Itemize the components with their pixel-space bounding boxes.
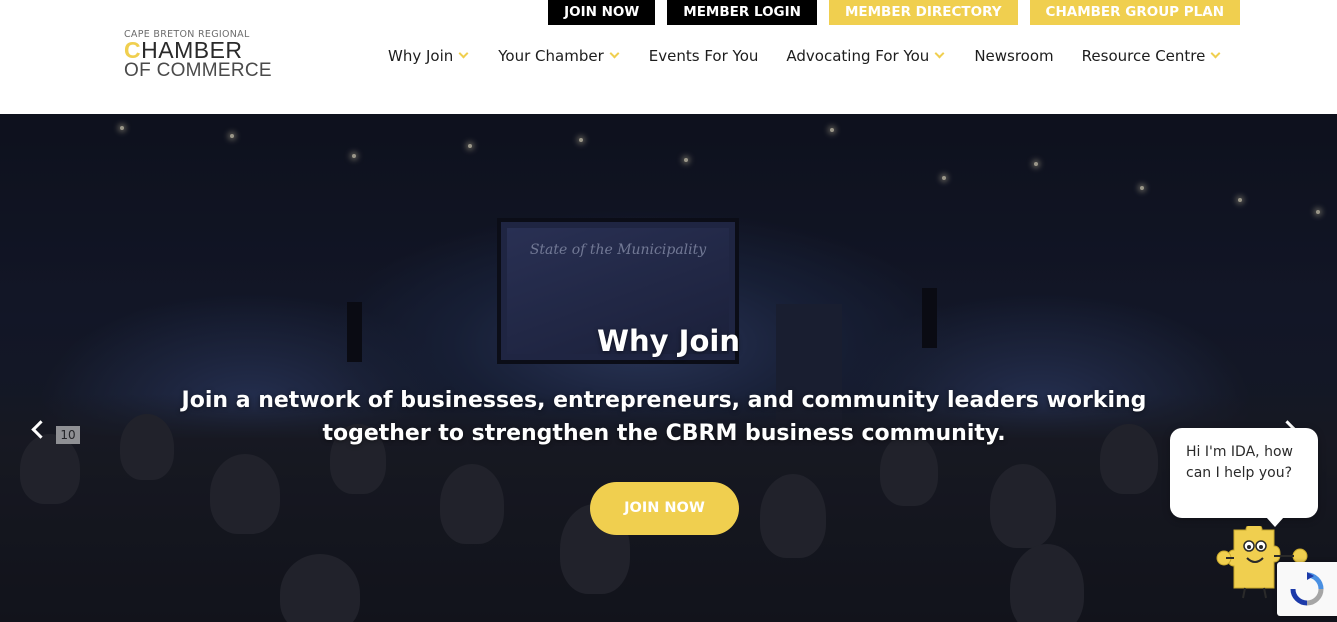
nav-events-for-you[interactable]: Events For You [649,47,759,65]
chamber-logo[interactable]: CAPE BRETON REGIONAL CHAMBER OF COMMERCE [124,30,274,84]
logo-c-mark: C [124,37,142,63]
nav-label: Newsroom [974,47,1054,65]
hero-subtitle: Join a network of businesses, entreprene… [181,388,1147,446]
join-now-top-button[interactable]: JOIN NOW [548,0,656,25]
utility-bar: JOIN NOW MEMBER LOGIN MEMBER DIRECTORY C… [548,0,1240,25]
logo-line-3: OF COMMERCE [124,60,272,81]
nav-newsroom[interactable]: Newsroom [974,47,1053,65]
member-directory-button[interactable]: MEMBER DIRECTORY [828,0,1018,25]
nav-resource-centre[interactable]: Resource Centre [1081,47,1221,65]
recaptcha-badge[interactable] [1277,562,1337,616]
hero-slider: State of the Municipality 10 Why Join Jo… [0,114,1337,622]
main-nav: Why Join Your Chamber Events For You Adv… [388,44,1221,68]
logo-line-2-text: HAMBER [141,37,243,63]
logo-line-2: CHAMBER [124,37,274,63]
nav-your-chamber[interactable]: Your Chamber [498,47,620,65]
nav-advocating-for-you[interactable]: Advocating For You [786,47,945,65]
nav-label: Why Join [388,47,454,65]
chat-greeting-text: Hi I'm IDA, how can I help you? [1186,444,1293,481]
nav-label: Advocating For You [786,47,930,65]
nav-why-join[interactable]: Why Join [388,47,469,65]
hero-dark-overlay [0,114,1337,622]
hero-title: Why Join [597,324,740,358]
chat-greeting-bubble[interactable]: Hi I'm IDA, how can I help you? [1170,428,1318,527]
chevron-down-icon [609,48,620,59]
member-login-button[interactable]: MEMBER LOGIN [667,0,817,25]
chevron-down-icon [458,48,469,59]
chamber-group-plan-button[interactable]: CHAMBER GROUP PLAN [1029,0,1240,25]
site-header: JOIN NOW MEMBER LOGIN MEMBER DIRECTORY C… [0,0,1337,114]
nav-label: Resource Centre [1081,47,1206,65]
nav-label: Events For You [648,47,759,65]
hero-join-now-button[interactable]: JOIN NOW [590,482,739,535]
chevron-down-icon [934,48,945,59]
recaptcha-icon [1290,572,1324,606]
chevron-down-icon [1210,48,1221,59]
nav-label: Your Chamber [498,47,604,65]
